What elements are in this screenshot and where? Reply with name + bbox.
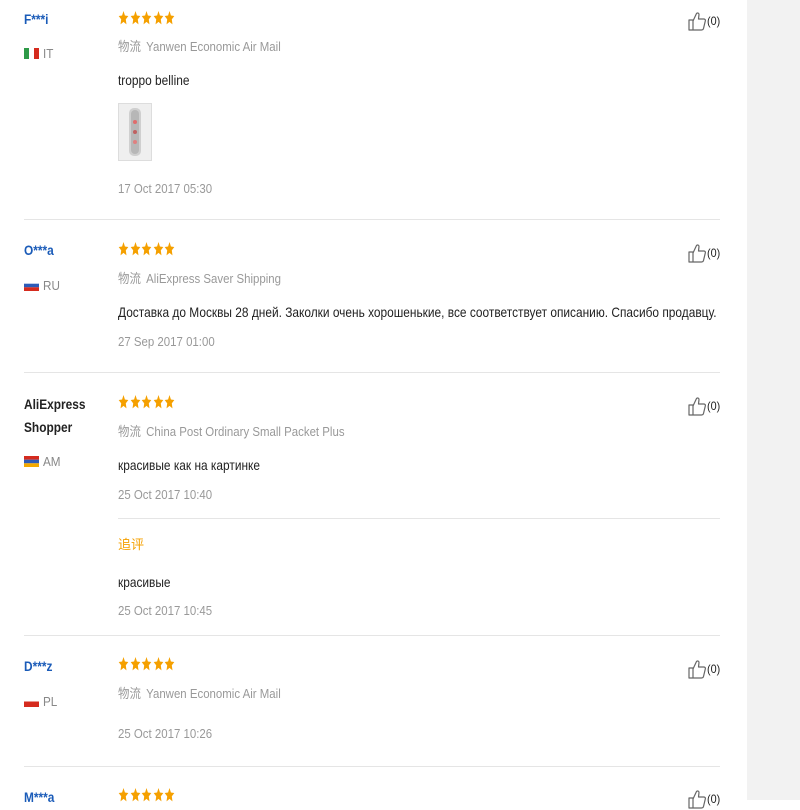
star-icon xyxy=(141,788,152,802)
helpful-count: (0) xyxy=(707,14,721,28)
star-icon xyxy=(130,395,140,409)
star-icon xyxy=(165,395,175,409)
flag-am-icon xyxy=(24,455,39,467)
helpful-count: (0) xyxy=(707,399,721,413)
star-icon xyxy=(165,788,175,802)
helpful-button[interactable]: (0) xyxy=(688,242,722,264)
country-code: AM xyxy=(43,453,61,469)
followup-label: 追评 xyxy=(118,537,145,552)
thumbs-up-icon xyxy=(688,12,706,31)
reviewer-country: RU xyxy=(24,277,62,293)
review-feed: F***i IT 物流 Yanwen Economic Air Mail trop… xyxy=(0,0,747,809)
country-code: PL xyxy=(43,693,58,709)
star-icon xyxy=(130,11,140,25)
star-icon xyxy=(153,395,164,409)
star-icon xyxy=(118,11,129,25)
review-divider xyxy=(24,766,720,767)
star-icon xyxy=(153,11,164,25)
star-icon xyxy=(130,242,140,256)
page-background-right xyxy=(747,0,800,800)
star-rating xyxy=(118,656,176,674)
helpful-button[interactable]: (0) xyxy=(688,788,722,810)
reviewer-country: PL xyxy=(24,693,59,709)
shipping-info: 物流 AliExpress Saver Shipping xyxy=(118,270,281,288)
star-icon xyxy=(141,11,152,25)
reviewer-name[interactable]: D***z xyxy=(24,654,52,678)
star-icon xyxy=(118,657,129,671)
star-icon xyxy=(153,788,164,802)
review-text: красивые как на картинке xyxy=(118,457,261,473)
star-rating xyxy=(118,787,176,805)
shipping-label: 物流 xyxy=(118,39,141,54)
reviewer-name[interactable]: M***a xyxy=(24,785,54,809)
helpful-count: (0) xyxy=(707,246,721,260)
thumbs-up-icon xyxy=(688,244,706,263)
shipping-method: Yanwen Economic Air Mail xyxy=(146,39,281,54)
star-icon xyxy=(141,395,152,409)
star-icon xyxy=(141,657,152,671)
thumbs-up-icon xyxy=(688,397,706,416)
thumbs-up-icon xyxy=(688,790,706,809)
flag-pl-icon xyxy=(24,695,39,707)
followup-text: красивые xyxy=(118,574,171,590)
reviewer-name-line1: AliExpress xyxy=(24,396,86,412)
shipping-info: 物流 China Post Ordinary Small Packet Plus xyxy=(118,423,345,441)
helpful-button[interactable]: (0) xyxy=(688,10,722,32)
star-icon xyxy=(165,11,175,25)
star-icon xyxy=(153,242,164,256)
shipping-label: 物流 xyxy=(118,686,141,701)
helpful-button[interactable]: (0) xyxy=(688,395,722,417)
star-icon xyxy=(130,657,140,671)
star-icon xyxy=(118,788,129,802)
star-rating xyxy=(118,394,176,412)
review-text: Доставка до Москвы 28 дней. Заколки очен… xyxy=(118,304,717,320)
shipping-method: AliExpress Saver Shipping xyxy=(146,271,281,286)
shipping-label: 物流 xyxy=(118,271,141,286)
country-code: RU xyxy=(43,277,60,293)
review-date: 25 Oct 2017 10:40 xyxy=(118,487,213,502)
helpful-count: (0) xyxy=(707,662,721,676)
reviewer-name[interactable]: F***i xyxy=(24,7,48,31)
followup-date: 25 Oct 2017 10:45 xyxy=(118,603,213,618)
review-divider xyxy=(24,635,720,636)
helpful-button[interactable]: (0) xyxy=(688,658,722,680)
followup-divider xyxy=(118,518,720,519)
country-code: IT xyxy=(43,45,54,61)
hair-clip-photo-icon xyxy=(119,104,151,160)
star-rating xyxy=(118,241,176,259)
shipping-info: 物流 Yanwen Economic Air Mail xyxy=(118,38,281,56)
reviewer-name-line2: Shopper xyxy=(24,419,73,435)
helpful-count: (0) xyxy=(707,792,721,806)
shipping-method: Yanwen Economic Air Mail xyxy=(146,686,281,701)
review-divider xyxy=(24,372,720,373)
star-icon xyxy=(165,657,175,671)
shipping-info: 物流 Yanwen Economic Air Mail xyxy=(118,685,281,703)
review-divider xyxy=(24,219,720,220)
reviewer-name[interactable]: O***a xyxy=(24,238,54,262)
review-date: 27 Sep 2017 01:00 xyxy=(118,334,215,349)
review-text: troppo belline xyxy=(118,72,190,88)
review-photo-thumbnail[interactable] xyxy=(118,103,152,161)
shipping-method: China Post Ordinary Small Packet Plus xyxy=(146,424,345,439)
reviewer-country: IT xyxy=(24,45,55,61)
review-date: 17 Oct 2017 05:30 xyxy=(118,181,213,196)
star-icon xyxy=(118,242,129,256)
star-icon xyxy=(118,395,129,409)
reviewer-country: AM xyxy=(24,453,63,469)
star-icon xyxy=(141,242,152,256)
flag-it-icon xyxy=(24,47,39,59)
review-date: 25 Oct 2017 10:26 xyxy=(118,726,213,741)
shipping-label: 物流 xyxy=(118,424,141,439)
star-icon xyxy=(165,242,175,256)
thumbs-up-icon xyxy=(688,660,706,679)
star-icon xyxy=(153,657,164,671)
flag-ru-icon xyxy=(24,279,39,291)
star-rating xyxy=(118,10,176,28)
star-icon xyxy=(130,788,140,802)
